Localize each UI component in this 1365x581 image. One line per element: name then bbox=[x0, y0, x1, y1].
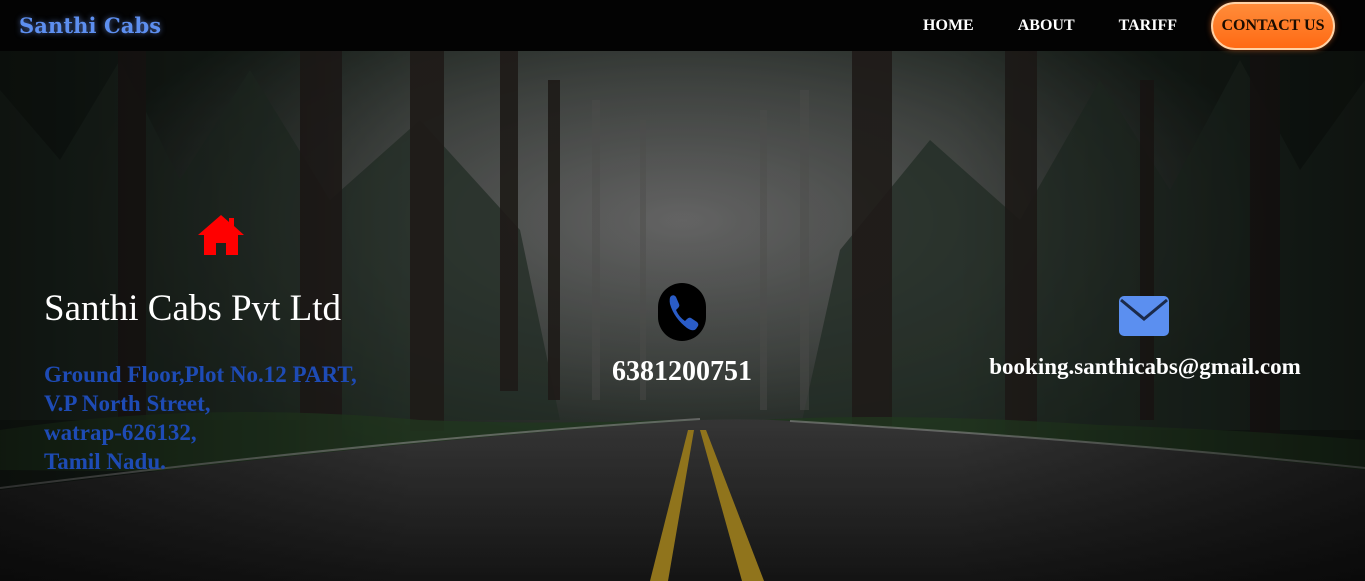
address-line: watrap-626132, bbox=[44, 420, 197, 445]
nav-home[interactable]: HOME bbox=[901, 17, 996, 35]
nav-tariff[interactable]: TARIFF bbox=[1097, 17, 1199, 35]
phone-icon bbox=[658, 283, 706, 341]
contact-us-button[interactable]: CONTACT US bbox=[1211, 2, 1335, 50]
brand-logo[interactable]: Santhi Cabs bbox=[19, 13, 161, 38]
address-line: Tamil Nadu. bbox=[44, 449, 166, 474]
top-navbar: Santhi Cabs HOME ABOUT TARIFF CONTACT US bbox=[0, 0, 1365, 51]
email-address[interactable]: booking.santhicabs@gmail.com bbox=[960, 354, 1330, 380]
company-name: Santhi Cabs Pvt Ltd bbox=[44, 288, 342, 329]
nav-about[interactable]: ABOUT bbox=[996, 17, 1097, 35]
address-line: V.P North Street, bbox=[44, 391, 211, 416]
address-block: Ground Floor,Plot No.12 PART, V.P North … bbox=[44, 360, 404, 476]
main-nav: HOME ABOUT TARIFF CONTACT US bbox=[901, 2, 1335, 50]
address-line: Ground Floor,Plot No.12 PART, bbox=[44, 362, 357, 387]
phone-number[interactable]: 6381200751 bbox=[582, 356, 782, 388]
envelope-icon bbox=[1119, 296, 1169, 336]
home-icon bbox=[198, 215, 244, 255]
